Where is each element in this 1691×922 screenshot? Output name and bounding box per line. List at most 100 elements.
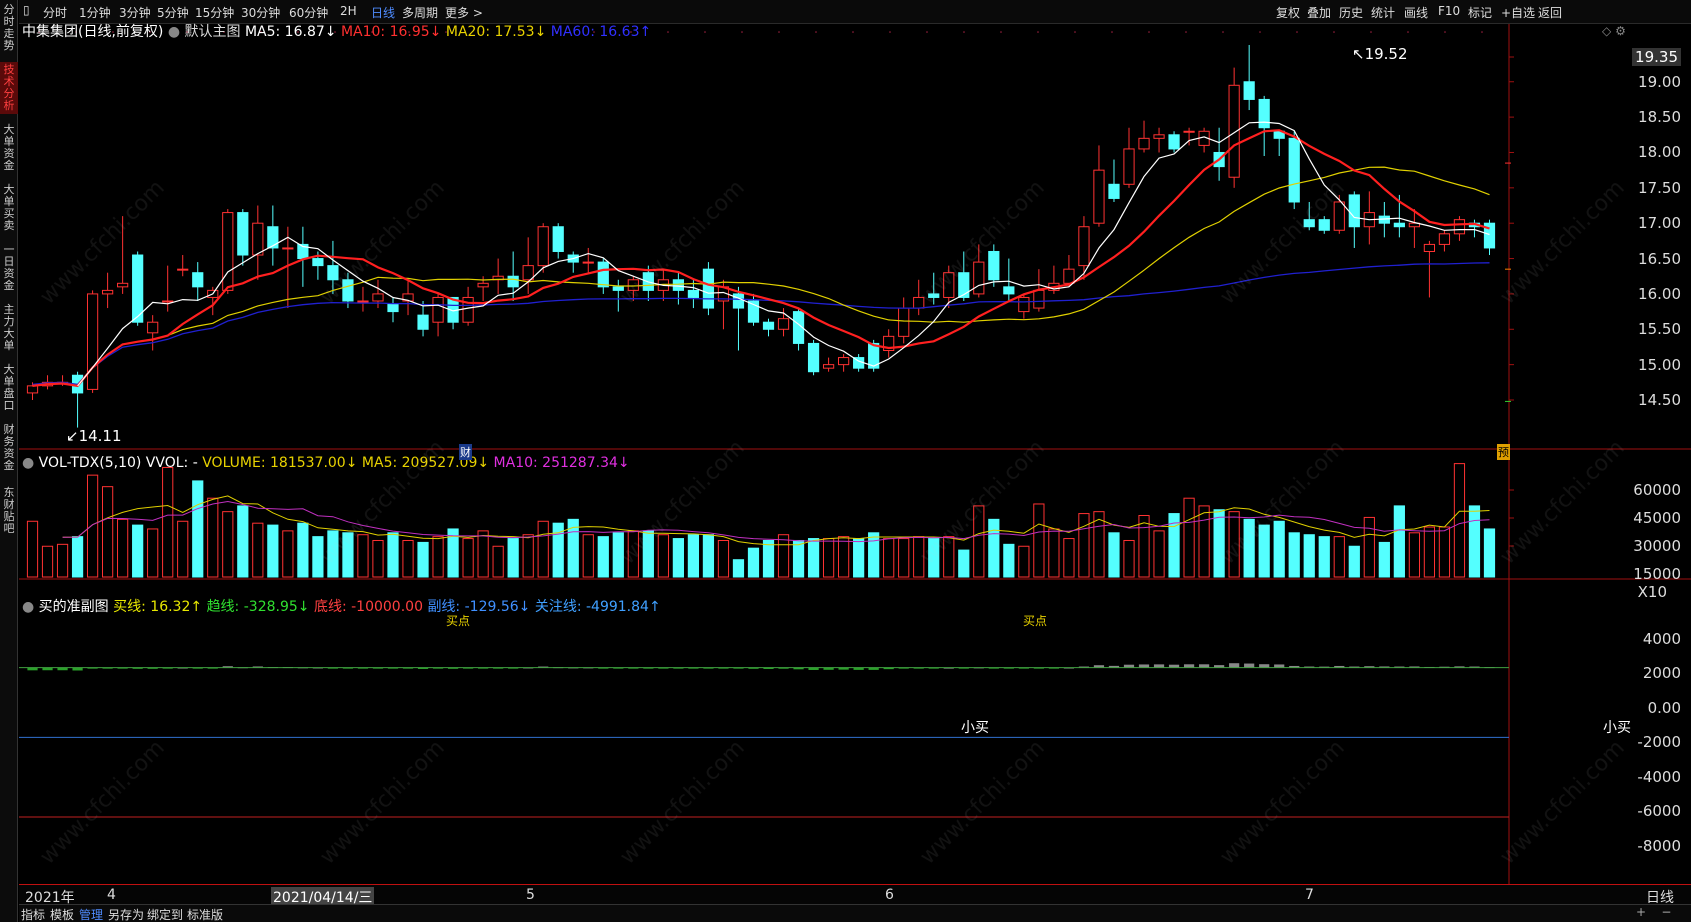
volume-bar [1048,528,1060,578]
candle-body [672,279,684,291]
diamond-icon[interactable]: ◇ [1602,24,1611,38]
candle-body [1258,98,1270,129]
ind-focus: 关注线: -4991.84↑ [534,599,661,615]
indicator-bar [1244,663,1255,668]
period-tab-2[interactable]: 3分钟 [119,4,151,21]
template-dot-icon[interactable]: ● [168,24,180,40]
zoom-in-icon[interactable]: + [1636,905,1646,919]
candle-body [1183,130,1195,133]
volume-bar [762,539,775,578]
stock-name[interactable]: 中集集团(日线,前复权) [22,24,163,40]
candle-body [898,307,910,337]
period-tab-1[interactable]: 1分钟 [79,4,111,21]
period-tab-10[interactable]: 更多 > [445,4,483,21]
side-tab-8[interactable]: 东财贴吧 [0,485,18,537]
ind-name[interactable]: 买的准副图 [39,599,109,615]
toolbar-action-2[interactable]: 历史 [1339,4,1363,21]
volume-bar [342,532,354,578]
toolbar-action-4[interactable]: 画线 [1404,4,1428,21]
side-tab-2[interactable]: 大单资金 [0,122,18,174]
candle-body [1288,137,1300,203]
grid-dot [815,31,817,33]
candle-body [838,357,850,366]
finance-marker[interactable]: 财 [459,444,472,460]
volume-bar [913,536,925,578]
vol-name[interactable]: VOL-TDX(5,10) VVOL: - [39,455,198,471]
toolbar-action-7[interactable]: +自选 [1501,4,1535,21]
side-tab-0[interactable]: 分时走势 [0,2,18,54]
side-tab-3[interactable]: 大单买卖 [0,182,18,234]
volume-bar [883,538,895,578]
candle-body [1108,183,1120,199]
period-tab-0[interactable]: 分时 [43,4,67,21]
signal-maidian-2: 买点 [1023,614,1048,628]
bottom-bar-item-0[interactable]: 指标 [21,906,45,922]
xaxis-april: 4 [107,887,116,903]
side-tab-4[interactable]: 一日资金 [0,242,18,294]
candle-body [612,286,624,291]
vol-header: ● VOL-TDX(5,10) VVOL: - VOLUME: 181537.0… [22,455,630,471]
window-toggle-icon[interactable]: ▯ [23,3,30,17]
candle-body [988,250,1000,281]
candle-body [943,272,955,298]
toolbar-action-5[interactable]: F10 [1438,4,1460,18]
indicator-axis-label-5: -6000 [1637,802,1681,820]
template-label[interactable]: 默认主图 [185,24,241,40]
period-tab-7[interactable]: 2H [340,4,357,18]
volume-bar [1198,505,1210,578]
candle-body [357,300,369,303]
side-tab-1[interactable]: 技术分析 [0,62,18,114]
volume-bar [1153,530,1165,578]
toolbar-action-8[interactable]: 返回 [1538,4,1562,21]
bottom-bar-item-5[interactable]: 标准版 [187,906,223,922]
forecast-marker[interactable]: 预 [1497,444,1510,460]
candle-body [958,272,970,298]
volume-bar [702,534,715,578]
candle-body [372,293,384,302]
gear-icon[interactable]: ⚙ [1615,24,1626,38]
period-tab-9[interactable]: 多周期 [402,4,438,21]
toolbar-action-1[interactable]: 叠加 [1307,4,1331,21]
indicator-axis-label-4: -4000 [1637,768,1681,786]
indicator-bar [1229,663,1240,668]
date-axis[interactable]: 2021年 4 2021/04/14/三 5 6 7 日线 [19,884,1691,907]
volume-axis-label-2: 30000 [1633,537,1681,555]
candle-body [1453,219,1466,235]
candle-body [1333,201,1345,231]
grid-dot [1000,31,1002,33]
volume-bar [312,536,324,578]
volume-bar [898,538,910,578]
kline-chart[interactable] [19,24,1691,884]
volume-bar [657,534,669,578]
volume-bar [192,480,204,578]
volume-bar [1348,545,1360,578]
period-tab-4[interactable]: 15分钟 [195,4,234,21]
side-tab-5[interactable]: 主力大单 [0,302,18,354]
toolbar-action-3[interactable]: 统计 [1371,4,1395,21]
candle-body [432,296,444,323]
bottom-bar-item-3[interactable]: 另存为 [108,906,144,922]
period-tab-8[interactable]: 日线 [371,4,395,21]
ind-dot-icon[interactable]: ● [22,599,34,615]
bottom-bar-item-4[interactable]: 绑定到 [147,906,183,922]
zoom-controls: + − [1636,905,1671,919]
volume-bar [432,536,444,578]
candle-body [1438,233,1451,245]
side-tab-6[interactable]: 大单盘口 [0,362,18,414]
period-tab-3[interactable]: 5分钟 [157,4,189,21]
candle-body [312,258,324,267]
side-tab-7[interactable]: 财务资金 [0,422,18,474]
period-tab-6[interactable]: 60分钟 [289,4,328,21]
toolbar-action-6[interactable]: 标记 [1468,4,1492,21]
toolbar-action-0[interactable]: 复权 [1276,4,1300,21]
zoom-out-icon[interactable]: − [1661,905,1671,919]
period-tab-5[interactable]: 30分钟 [241,4,280,21]
candle-body [86,293,99,390]
bottom-bar-item-1[interactable]: 模板 [50,906,74,922]
volume-bar [1063,538,1075,578]
volume-bar [282,530,294,578]
vol-dot-icon[interactable]: ● [22,455,34,471]
volume-bar [988,518,1000,578]
candle-body [762,321,775,330]
bottom-bar-item-2[interactable]: 管理 [79,906,103,922]
